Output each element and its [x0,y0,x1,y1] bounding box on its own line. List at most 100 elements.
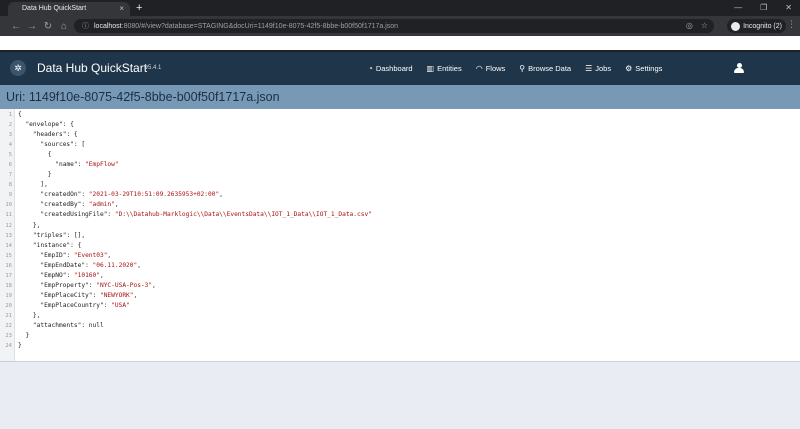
nav-browse-data[interactable]: ⚲ Browse Data [519,64,571,73]
code-line: "createdUsingFile": "D:\\Datahub-Marklog… [40,211,372,219]
bookmark-star-icon[interactable]: ☆ [701,21,708,30]
nav-jobs[interactable]: ☰ Jobs [585,64,611,73]
incognito-label: Incognito (2) [743,22,782,30]
line-number: 5 [8,152,12,159]
nav-dashboard-label: Dashboard [375,64,413,73]
window-controls: — ❐ ✕ [734,0,792,16]
code-line: "envelope": { [25,121,74,129]
maximize-icon[interactable]: ❐ [760,0,767,16]
json-code: { "envelope": { "headers": { "sources": … [15,109,372,361]
line-number: 18 [5,282,12,289]
code-line: "instance": { [32,241,82,249]
code-line: ], [18,181,48,189]
code-line: } [18,332,30,340]
code-line: } [18,342,22,350]
line-number: 22 [5,322,12,329]
line-number: 11 [5,212,12,219]
line-number: 21 [5,312,12,319]
tab-title: Data Hub QuickStart [22,5,87,12]
new-tab-button[interactable]: + [136,0,142,16]
code-line: "EmpPlaceCountry": "USA" [40,301,130,309]
home-icon[interactable]: ⌂ [56,21,72,32]
code-line: "createdOn": "2021-03-29T10:51:09.263595… [40,191,223,199]
line-number: 14 [5,242,12,249]
incognito-badge[interactable]: Incognito (2) [727,19,786,33]
omnibox-actions: ◎ ☆ [686,21,708,30]
line-number: 20 [5,302,12,309]
code-line: "triples": [], [32,231,86,239]
code-line: } [18,171,52,179]
code-line: { [18,151,52,159]
flows-icon: ◠ [475,64,483,73]
code-line: }, [18,311,41,319]
gear-icon: ⚙ [625,64,633,73]
line-number: 7 [8,172,12,179]
json-viewer[interactable]: 1 2 3 4 5 6 7 8 9 10 11 12 13 14 15 16 17 18 19 20 21 22 23 24 … [0,109,800,362]
minimize-icon[interactable]: — [734,0,742,16]
line-number: 19 [5,292,12,299]
line-number: 15 [5,252,12,259]
line-number: 24 [5,343,12,350]
code-line: "attachments": null [32,321,104,329]
code-line: "EmpProperty": "NYC-USA-Pos-3", [40,281,156,289]
user-icon-body [734,68,744,73]
nav-flows-label: Flows [485,64,506,73]
close-window-icon[interactable]: ✕ [785,0,792,16]
url-host: localhost [94,22,122,30]
line-number: 17 [5,272,12,279]
app-navbar: ✲ Data Hub QuickStart v5.4.1 ◔ Dashboard … [0,52,800,85]
app-title[interactable]: Data Hub QuickStart [37,61,147,75]
code-line: "EmpPlaceCity": "NEWYORK", [40,291,138,299]
code-line: }, [18,221,41,229]
browser-menu-icon[interactable]: ⋮ [787,19,796,30]
url-path: :8080/#/view?database=STAGING&docUri=114… [121,22,399,30]
line-number: 2 [8,122,12,129]
code-line: "EmpEndDate": "06.11.2020", [40,261,141,269]
reload-icon[interactable]: ↻ [40,21,56,32]
browser-toolbar: ← → ↻ ⌂ ⓘ localhost:8080/#/view?database… [0,16,800,36]
code-line: { [18,111,22,118]
nav-settings[interactable]: ⚙ Settings [625,64,662,73]
line-number: 23 [5,333,12,340]
datahub-logo-icon[interactable]: ✲ [10,60,26,76]
forward-icon[interactable]: → [24,21,40,32]
browser-tab[interactable]: Data Hub QuickStart × [8,2,130,16]
nav-dashboard[interactable]: ◔ Dashboard [368,64,413,73]
nav-browse-data-label: Browse Data [528,64,572,73]
nav-flows[interactable]: ◠ Flows [476,64,506,73]
line-number: 9 [8,192,12,199]
document-uri-header: Uri: 1149f10e-8075-42f5-8bbe-b00f50f1717… [0,85,800,109]
code-line: "createdBy": "admin", [40,201,119,209]
nav-links: ◔ Dashboard ▥ Entities ◠ Flows ⚲ Browse Data… [368,52,662,85]
back-icon[interactable]: ← [8,21,24,32]
line-number-gutter: 1 2 3 4 5 6 7 8 9 10 11 12 13 14 15 16 17 18 19 20 21 22 23 24 [0,109,15,361]
line-number: 16 [5,262,12,269]
code-line: "headers": { [32,131,78,139]
site-info-icon[interactable]: ⓘ [82,21,89,31]
user-icon[interactable] [734,63,744,74]
nav-settings-label: Settings [635,64,663,73]
bookmarks-bar [0,36,800,52]
nav-entities[interactable]: ▥ Entities [427,64,462,73]
line-number: 10 [5,202,12,209]
code-line: "sources": [ [40,141,86,149]
app-version: v5.4.1 [145,65,162,71]
nav-jobs-label: Jobs [595,64,612,73]
tab-close-icon[interactable]: × [119,2,124,16]
line-number: 13 [5,232,12,239]
line-number: 3 [8,132,12,139]
entities-icon: ▥ [426,64,435,73]
incognito-icon [731,21,741,31]
browser-tabstrip: Data Hub QuickStart × + — ❐ ✕ [0,0,800,16]
code-line: "EmpNO": "10160", [40,271,104,279]
nav-entities-label: Entities [437,64,462,73]
line-number: 8 [8,182,12,189]
eye-off-icon[interactable]: ◎ [686,21,693,30]
line-number: 6 [8,162,12,169]
line-number: 4 [8,142,12,149]
address-bar[interactable]: ⓘ localhost:8080/#/view?database=STAGING… [74,19,714,33]
jobs-icon: ☰ [585,64,593,73]
code-line: "name": "EmpFlow" [55,161,119,169]
line-number: 12 [5,222,12,229]
dashboard-icon: ◔ [368,64,373,73]
